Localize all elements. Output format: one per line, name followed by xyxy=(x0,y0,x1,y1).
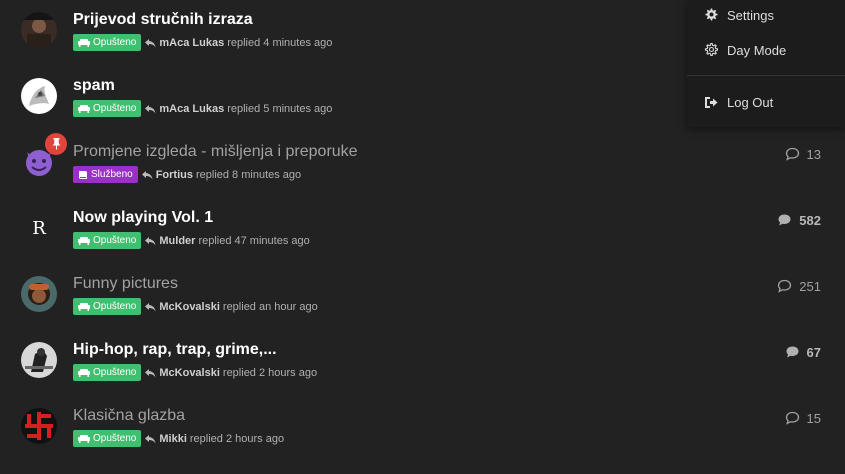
discussion-meta: Opušteno Mulder replied 47 minutes ago xyxy=(73,232,310,249)
couch-icon xyxy=(78,105,90,113)
discussion-meta: Službeno Fortius replied 8 minutes ago xyxy=(73,166,301,183)
reply-count-value: 15 xyxy=(806,410,821,426)
pin-badge xyxy=(45,133,67,155)
author-link[interactable]: Mulder xyxy=(159,235,195,247)
discussion-meta: Opušteno McKovalski replied an hour ago xyxy=(73,298,318,315)
menu-item-log-out[interactable]: Log Out xyxy=(687,85,845,119)
discussion-meta: Opušteno mAca Lukas replied 4 minutes ag… xyxy=(73,34,332,51)
comment-outline-icon xyxy=(778,279,792,293)
tag-label: Opušteno xyxy=(93,235,137,246)
reply-count-value: 251 xyxy=(799,278,821,294)
reply-count: 582 xyxy=(777,210,821,230)
reply-icon xyxy=(145,104,156,113)
discussion-row[interactable]: Promjene izgleda - mišljenja i preporuke… xyxy=(0,133,845,210)
discussion-row[interactable]: Klasična glazba Opušteno Mikki replied 2… xyxy=(0,407,845,474)
tag-label: Opušteno xyxy=(93,37,137,48)
reply-icon xyxy=(145,434,156,443)
sun-gear-icon xyxy=(704,43,718,57)
avatar[interactable] xyxy=(21,12,57,48)
reply-count: 67 xyxy=(785,342,821,362)
reply-count: 251 xyxy=(777,276,821,296)
tag-label: Opušteno xyxy=(93,103,137,114)
author-link[interactable]: McKovalski xyxy=(159,367,220,379)
couch-icon xyxy=(78,39,90,47)
discussion-title[interactable]: Now playing Vol. 1 xyxy=(73,209,213,227)
tag-label: Opušteno xyxy=(93,301,137,312)
tag-badge[interactable]: Opušteno xyxy=(73,34,142,51)
couch-icon xyxy=(78,303,90,311)
reply-icon xyxy=(145,302,156,311)
gear-icon xyxy=(705,8,718,21)
reply-count-value: 582 xyxy=(799,212,821,228)
replied-text: replied 5 minutes ago xyxy=(227,102,333,115)
discussion-title[interactable]: Funny pictures xyxy=(73,275,178,293)
avatar[interactable]: R xyxy=(21,210,57,246)
menu-item-settings[interactable]: Settings xyxy=(687,0,845,32)
reply-count-value: 13 xyxy=(806,146,821,162)
replied-text: replied 8 minutes ago xyxy=(195,168,302,181)
author-link[interactable]: mAca Lukas xyxy=(159,103,224,115)
menu-item-label: Day Mode xyxy=(727,42,787,58)
tag-label: Službeno xyxy=(91,169,133,180)
comment-outline-icon xyxy=(785,411,799,425)
discussion-row[interactable]: Funny pictures Opušteno McKovalski repli… xyxy=(0,275,845,342)
book-icon xyxy=(79,170,87,179)
replied-text: replied 2 hours ago xyxy=(222,366,318,379)
author-link[interactable]: Mikki xyxy=(159,433,187,445)
tag-badge[interactable]: Službeno xyxy=(73,166,138,183)
comment-filled-icon xyxy=(786,346,799,358)
avatar[interactable] xyxy=(21,276,57,312)
tag-badge[interactable]: Opušteno xyxy=(73,232,142,249)
pin-icon xyxy=(52,138,60,150)
tag-badge[interactable]: Opušteno xyxy=(73,430,142,447)
discussion-meta: Opušteno Mikki replied 2 hours ago xyxy=(73,430,284,447)
reply-icon xyxy=(141,170,153,179)
user-dropdown-menu: Settings Day Mode Log Out xyxy=(687,0,845,127)
reply-icon xyxy=(145,236,156,245)
comment-outline-icon xyxy=(785,147,799,161)
discussion-title[interactable]: spam xyxy=(73,77,115,95)
discussion-meta: Opušteno mAca Lukas replied 5 minutes ag… xyxy=(73,100,332,117)
tag-badge[interactable]: Opušteno xyxy=(73,298,142,315)
replied-text: replied 47 minutes ago xyxy=(198,234,310,247)
reply-count: 13 xyxy=(785,144,821,164)
discussion-row[interactable]: R Now playing Vol. 1 Opušteno Mulder rep… xyxy=(0,209,845,276)
menu-item-label: Settings xyxy=(727,7,774,23)
tag-label: Opušteno xyxy=(93,433,137,444)
reply-count: 15 xyxy=(785,408,821,428)
menu-item-day-mode[interactable]: Day Mode xyxy=(687,33,845,67)
avatar[interactable] xyxy=(21,342,57,378)
discussion-title[interactable]: Hip-hop, rap, trap, grime,... xyxy=(73,341,277,359)
author-link[interactable]: Fortius xyxy=(156,169,193,181)
author-link[interactable]: McKovalski xyxy=(159,301,220,313)
replied-text: replied an hour ago xyxy=(222,300,318,313)
discussion-title[interactable]: Promjene izgleda - mišljenja i preporuke xyxy=(73,143,358,161)
menu-divider xyxy=(687,75,845,76)
discussion-title[interactable]: Klasična glazba xyxy=(73,407,185,425)
avatar[interactable] xyxy=(21,78,57,114)
menu-item-label: Log Out xyxy=(727,94,774,110)
couch-icon xyxy=(78,369,90,377)
tag-label: Opušteno xyxy=(93,367,137,378)
couch-icon xyxy=(78,237,90,245)
reply-count-value: 67 xyxy=(806,344,821,360)
tag-badge[interactable]: Opušteno xyxy=(73,100,142,117)
comment-filled-icon xyxy=(778,214,791,226)
tag-badge[interactable]: Opušteno xyxy=(73,364,142,381)
reply-icon xyxy=(145,38,156,47)
couch-icon xyxy=(78,435,90,443)
log-out-icon xyxy=(705,96,718,108)
discussion-row[interactable]: Hip-hop, rap, trap, grime,... Opušteno M… xyxy=(0,341,845,408)
replied-text: replied 2 hours ago xyxy=(189,432,285,445)
discussion-meta: Opušteno McKovalski replied 2 hours ago xyxy=(73,364,317,381)
reply-icon xyxy=(145,368,156,377)
author-link[interactable]: mAca Lukas xyxy=(159,37,224,49)
avatar[interactable] xyxy=(21,408,57,444)
replied-text: replied 4 minutes ago xyxy=(227,36,333,49)
discussion-title[interactable]: Prijevod stručnih izraza xyxy=(73,11,253,29)
